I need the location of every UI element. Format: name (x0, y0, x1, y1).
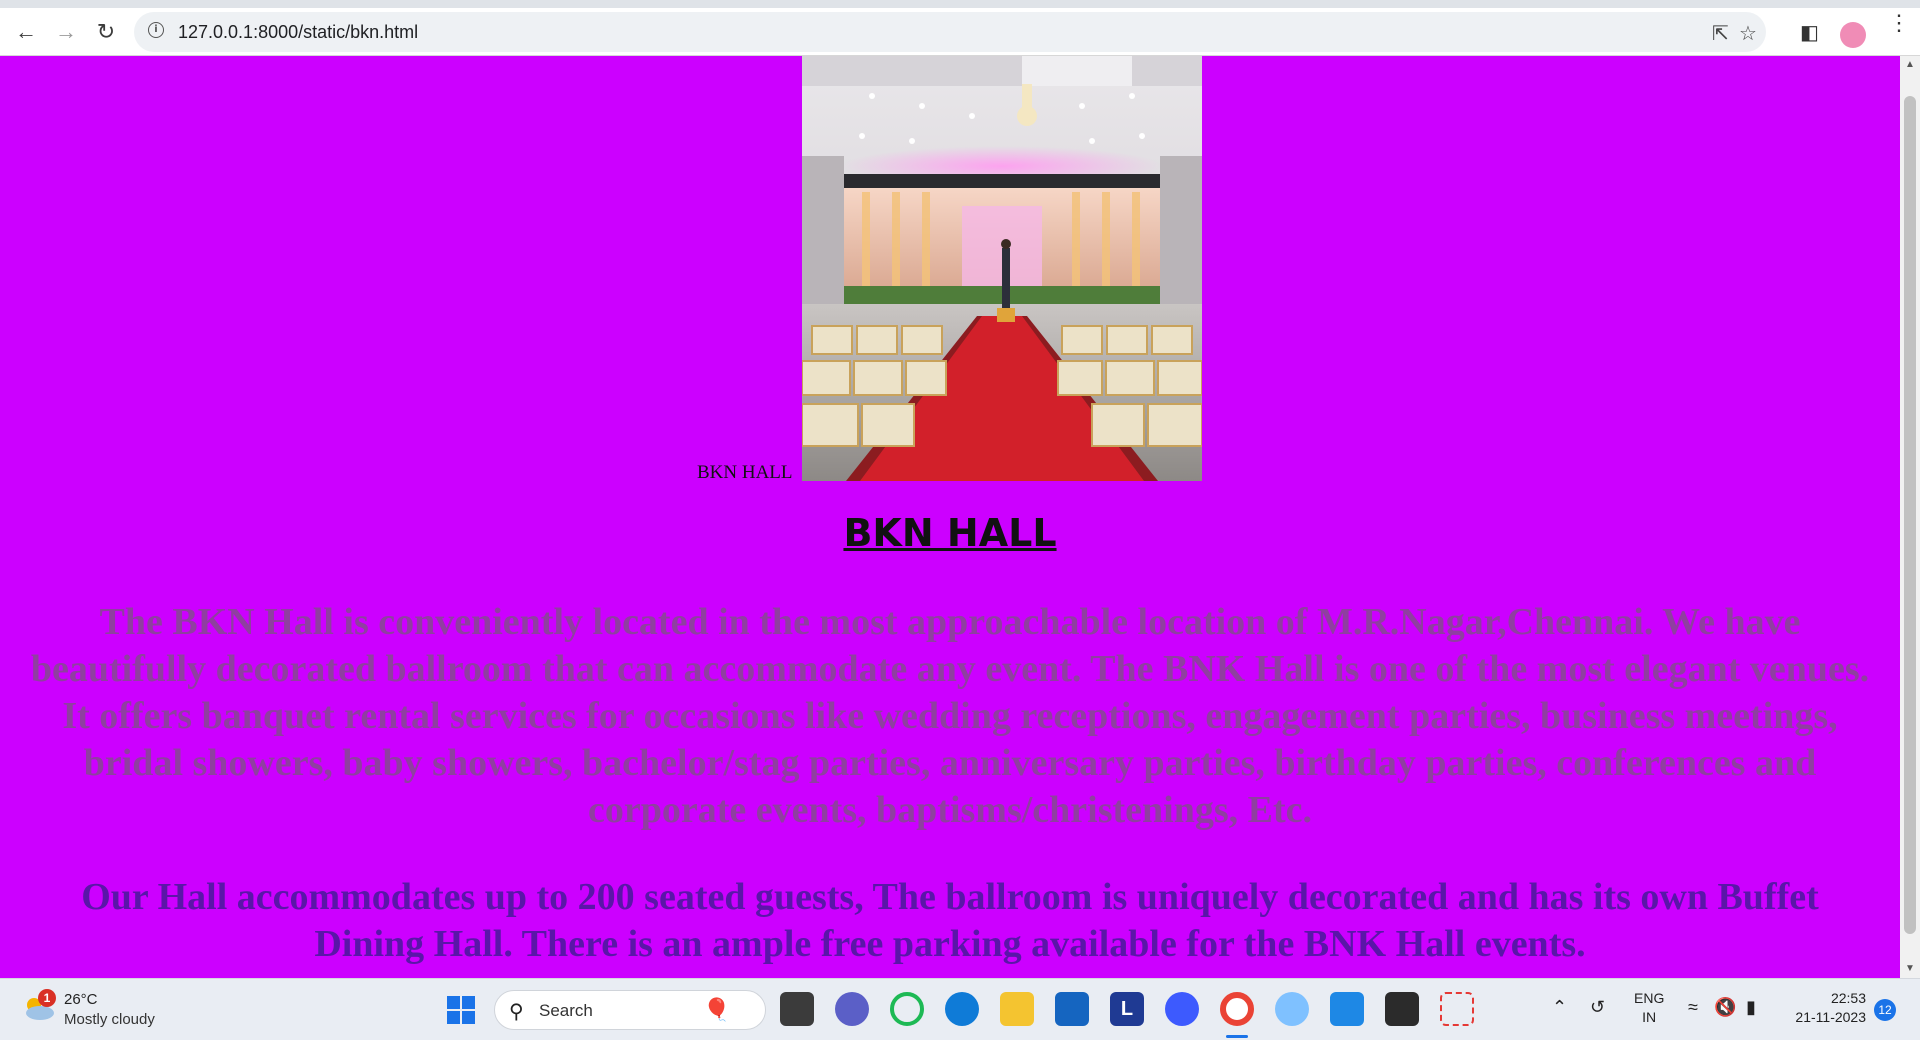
windows-start-icon[interactable] (447, 996, 475, 1024)
wifi-icon[interactable]: ≈ (1688, 997, 1698, 1018)
capacity-paragraph: Our Hall accommodates up to 200 seated g… (81, 876, 1819, 965)
terminal-icon[interactable] (1385, 992, 1419, 1026)
search-icon: ⚲ (509, 1001, 524, 1023)
sync-icon[interactable]: ↺ (1590, 997, 1605, 1018)
share-icon[interactable]: ⇱ (1712, 21, 1729, 46)
active-app-indicator (1226, 1035, 1248, 1038)
app-l-icon[interactable]: L (1110, 992, 1144, 1026)
vscode-icon[interactable] (1330, 992, 1364, 1026)
scroll-down-arrow-icon[interactable]: ▼ (1900, 960, 1920, 978)
search-label: Search (539, 1001, 593, 1020)
browser-toolbar: ← → ↻ i 127.0.0.1:8000/static/bkn.html ⇱… (0, 8, 1920, 56)
windows-taskbar: 1 26°C Mostly cloudy ⚲ Search 🎈 L ⌃ ↺ EN… (0, 978, 1920, 1040)
chrome-browser-icon[interactable] (1220, 992, 1254, 1026)
system-clock[interactable]: 22:53 21-11-2023 (1780, 989, 1866, 1027)
weather-condition[interactable]: Mostly cloudy (64, 1011, 155, 1028)
snipping-tool-icon[interactable] (1440, 992, 1474, 1026)
teams-chat-icon[interactable] (835, 992, 869, 1026)
bookmark-star-icon[interactable]: ☆ (1739, 21, 1757, 46)
forward-arrow-icon[interactable]: → (52, 18, 80, 46)
hero-row: BKN HALL (0, 56, 1900, 483)
cortana-ring-icon[interactable] (890, 992, 924, 1026)
weather-alert-badge: 1 (38, 989, 56, 1007)
file-explorer-icon[interactable] (1000, 992, 1034, 1026)
hall-photo (802, 56, 1202, 481)
menu-kebab-icon[interactable]: ⋮ (1888, 12, 1910, 34)
clock-time: 22:53 (1830, 990, 1866, 1006)
input-language[interactable]: ENG IN (1634, 989, 1664, 1027)
page-scrollbar[interactable]: ▲ ▼ (1900, 56, 1920, 978)
tab-strip (0, 0, 1920, 8)
url-text[interactable]: 127.0.0.1:8000/static/bkn.html (178, 22, 418, 43)
description-paragraph: The BKN Hall is conveniently located in … (30, 601, 1870, 831)
page-title: BKN HALL (843, 511, 1057, 555)
taskbar-search[interactable]: ⚲ Search 🎈 (494, 990, 766, 1030)
site-info-icon[interactable]: i (148, 22, 164, 38)
clock-date: 21-11-2023 (1795, 1009, 1866, 1025)
task-view-icon[interactable] (780, 992, 814, 1026)
microsoft-store-icon[interactable] (1055, 992, 1089, 1026)
search-highlight-icon: 🎈 (703, 997, 731, 1022)
edge-browser-icon[interactable] (945, 992, 979, 1026)
side-panel-icon[interactable]: ◧ (1800, 20, 1819, 45)
scroll-thumb[interactable] (1904, 96, 1916, 934)
speaker-muted-icon[interactable]: 🔇 (1714, 997, 1736, 1018)
hero-image-alt-text: BKN HALL (697, 462, 793, 483)
region-code: IN (1642, 1009, 1657, 1025)
show-hidden-icons-chevron-icon[interactable]: ⌃ (1552, 997, 1567, 1018)
scroll-up-arrow-icon[interactable]: ▲ (1900, 56, 1920, 74)
reload-icon[interactable]: ↻ (92, 18, 120, 46)
back-arrow-icon[interactable]: ← (12, 18, 40, 46)
vpn-app-icon[interactable] (1165, 992, 1199, 1026)
battery-icon[interactable]: ▮ (1746, 997, 1756, 1018)
python-idle-icon[interactable] (1275, 992, 1309, 1026)
address-bar[interactable]: i 127.0.0.1:8000/static/bkn.html ⇱ ☆ (134, 12, 1766, 52)
weather-temperature[interactable]: 26°C (64, 991, 98, 1008)
notification-count-badge[interactable]: 12 (1874, 999, 1896, 1021)
page-viewport: BKN HALL BKN HALL The BKN Hall is conven… (0, 56, 1900, 978)
profile-avatar[interactable] (1840, 22, 1866, 48)
language-code: ENG (1634, 990, 1665, 1006)
